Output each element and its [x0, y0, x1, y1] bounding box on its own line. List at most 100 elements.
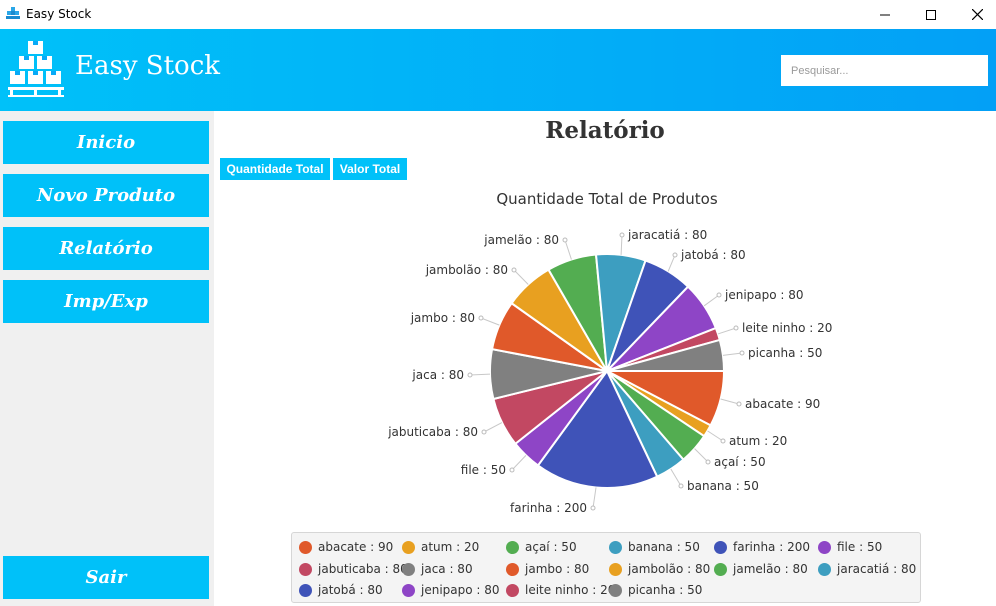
legend-item-jambo: jambo : 80 [506, 559, 589, 579]
pie-label-jatoba: jatobá : 80 [680, 248, 746, 262]
pie-leader-dot [733, 325, 739, 331]
legend-label: jamelão : 80 [733, 562, 808, 576]
pie-leader-dot [672, 252, 678, 258]
pie-label-jenipapo: jenipapo : 80 [724, 288, 804, 302]
pie-leader-dot [481, 429, 487, 435]
sidebar-item-inicio[interactable]: Inicio [3, 121, 209, 164]
sidebar: Inicio Novo Produto Relatório Imp/Exp Sa… [0, 111, 214, 606]
chart-legend: abacate : 90 atum : 20 açaí : 50 banana : 5… [291, 532, 921, 603]
app-icon [6, 7, 20, 19]
pie-leader-line [480, 317, 500, 326]
legend-swatch [714, 540, 727, 554]
legend-item-jamelao: jamelão : 80 [714, 559, 808, 579]
pie-leader-line [722, 352, 743, 356]
legend-swatch [299, 583, 312, 597]
pie-label-jamelao: jamelão : 80 [483, 233, 559, 247]
legend-swatch [506, 562, 519, 576]
legend-swatch [299, 562, 312, 576]
legend-label: jabuticaba : 80 [318, 562, 408, 576]
pie-leader-line [717, 327, 737, 335]
legend-item-jaracatia: jaracatiá : 80 [818, 559, 916, 579]
report-panel: Relatório Quantidade Total Valor Total Q… [214, 111, 996, 606]
search-input[interactable] [781, 55, 988, 86]
legend-item-jaca: jaca : 80 [402, 559, 473, 579]
pie-leader-dot [509, 467, 515, 473]
pie-leader-dot [590, 505, 596, 511]
legend-swatch [609, 562, 622, 576]
legend-label: jaracatiá : 80 [837, 562, 917, 576]
pie-label-farinha: farinha : 200 [510, 501, 587, 515]
legend-swatch [818, 540, 831, 554]
close-icon [971, 9, 983, 20]
pie-leader-dot [478, 315, 484, 321]
legend-item-jambolao: jambolão : 80 [609, 559, 710, 579]
legend-label: jenipapo : 80 [421, 583, 500, 597]
legend-swatch [714, 562, 727, 576]
legend-swatch [402, 562, 415, 576]
legend-item-file: file : 50 [818, 537, 882, 557]
pie-leader-dot [467, 372, 473, 378]
pie-leader-dot [678, 483, 684, 489]
pie-leader-line [707, 430, 724, 442]
sidebar-item-imp-exp[interactable]: Imp/Exp [3, 280, 209, 323]
pie-label-acai: açaí : 50 [714, 455, 766, 469]
pie-leader-dot [716, 292, 722, 298]
legend-swatch [299, 540, 312, 554]
pie-label-banana: banana : 50 [687, 479, 759, 493]
legend-item-banana: banana : 50 [609, 537, 700, 557]
legend-label: jaca : 80 [421, 562, 473, 576]
legend-swatch [609, 540, 622, 554]
legend-swatch [506, 583, 519, 597]
legend-item-atum: atum : 20 [402, 537, 479, 557]
pie-chart: abacate : 90 atum : 20 açaí : 50 banana : 5… [387, 228, 832, 515]
legend-label: atum : 20 [421, 540, 480, 554]
legend-item-acai: açaí : 50 [506, 537, 577, 557]
legend-label: file : 50 [837, 540, 883, 554]
pie-leader-line [469, 373, 491, 376]
legend-label: jambolão : 80 [628, 562, 711, 576]
pie-label-jaca: jaca : 80 [411, 368, 464, 382]
pie-leader-line [670, 468, 682, 487]
pie-leader-line [564, 239, 572, 260]
pie-leader-line [620, 234, 623, 255]
maximize-icon [926, 9, 936, 20]
legend-item-jenipapo: jenipapo : 80 [402, 580, 500, 600]
maximize-button[interactable] [908, 0, 954, 29]
window-title: Easy Stock [26, 7, 92, 21]
pie-leader-line [703, 294, 720, 307]
legend-label: jambo : 80 [525, 562, 590, 576]
sidebar-item-relatorio[interactable]: Relatório [3, 227, 209, 270]
legend-item-jatoba: jatobá : 80 [299, 580, 383, 600]
legend-swatch [402, 583, 415, 597]
minimize-icon [880, 14, 890, 15]
pie-leader-line [694, 448, 709, 463]
pie-label-atum: atum : 20 [729, 434, 787, 448]
pie-leader-dot [739, 350, 745, 356]
pie-leader-dot [511, 267, 517, 273]
legend-item-leite-ninho: leite ninho : 20 [506, 580, 615, 600]
brand-name: Easy Stock [75, 51, 221, 81]
close-button[interactable] [954, 0, 996, 29]
exit-button[interactable]: Sair [3, 556, 209, 599]
pie-leader-dot [562, 237, 568, 243]
pie-leader-line [667, 254, 676, 272]
pie-label-jambolao: jambolão : 80 [425, 263, 508, 277]
sidebar-item-novo-produto[interactable]: Novo Produto [3, 174, 209, 217]
legend-swatch [818, 562, 831, 576]
pie-label-jambo: jambo : 80 [410, 311, 475, 325]
pie-leader-line [513, 269, 529, 285]
pie-leader-line [483, 422, 503, 433]
legend-item-abacate: abacate : 90 [299, 537, 393, 557]
title-bar: Easy Stock [0, 0, 996, 29]
legend-item-jabuticaba: jabuticaba : 80 [299, 559, 408, 579]
pie-label-leite-ninho: leite ninho : 20 [742, 321, 832, 335]
pie-label-jabuticaba: jabuticaba : 80 [387, 425, 478, 439]
pie-label-jaracatia: jaracatiá : 80 [627, 228, 707, 242]
legend-item-farinha: farinha : 200 [714, 537, 810, 557]
pie-leader-line [592, 487, 597, 509]
legend-swatch [506, 540, 519, 554]
boxes-logo-icon [8, 41, 64, 97]
minimize-button[interactable] [862, 0, 908, 29]
legend-swatch [402, 540, 415, 554]
legend-label: banana : 50 [628, 540, 700, 554]
